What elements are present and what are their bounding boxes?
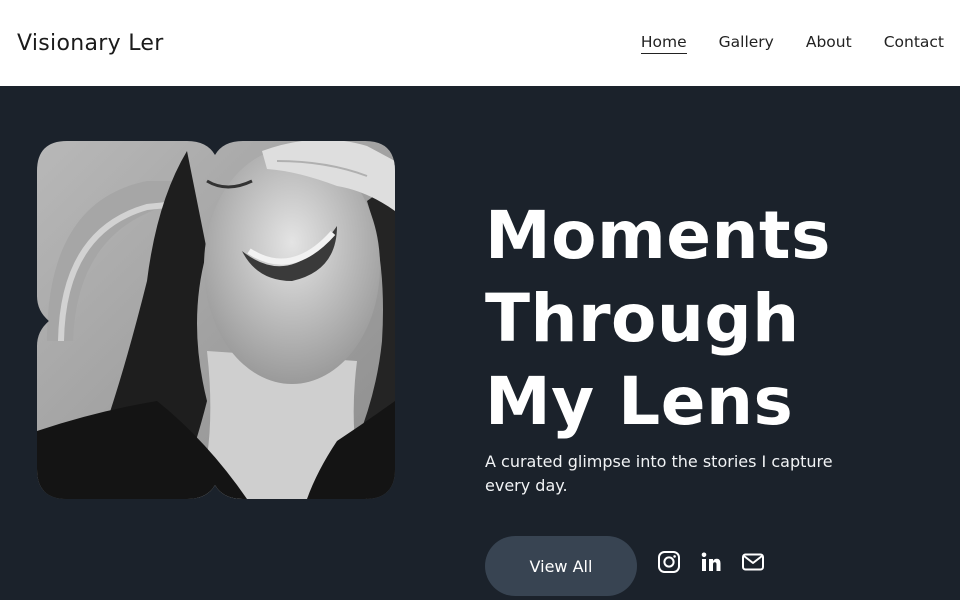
main-nav: Home Gallery About Contact — [609, 33, 944, 54]
nav-link-contact[interactable]: Contact — [884, 33, 944, 53]
top-navbar: Visionary Ler Home Gallery About Contact — [0, 0, 960, 86]
linkedin-link[interactable] — [698, 549, 724, 575]
nav-link-gallery[interactable]: Gallery — [719, 33, 774, 53]
hero-section: Moments Through My Lens A curated glimps… — [0, 86, 960, 600]
hero-headline: Moments Through My Lens — [485, 194, 925, 443]
nav-link-about[interactable]: About — [806, 33, 852, 53]
brand-logo[interactable]: Visionary Ler — [17, 31, 164, 56]
hero-photo — [37, 141, 395, 499]
instagram-icon — [658, 551, 680, 573]
social-links — [656, 549, 782, 575]
mail-icon — [742, 553, 764, 571]
nav-link-home[interactable]: Home — [640, 33, 687, 54]
hero-headline-line-1: Moments — [485, 197, 831, 274]
hero-photo-image — [37, 141, 395, 499]
instagram-link[interactable] — [656, 549, 682, 575]
email-link[interactable] — [740, 549, 766, 575]
hero-headline-line-3: My Lens — [485, 363, 794, 440]
view-all-button[interactable]: View All — [485, 536, 637, 596]
hero-headline-line-2: Through — [485, 280, 800, 357]
hero-subtitle: A curated glimpse into the stories I cap… — [485, 452, 833, 495]
linkedin-icon — [701, 552, 721, 571]
